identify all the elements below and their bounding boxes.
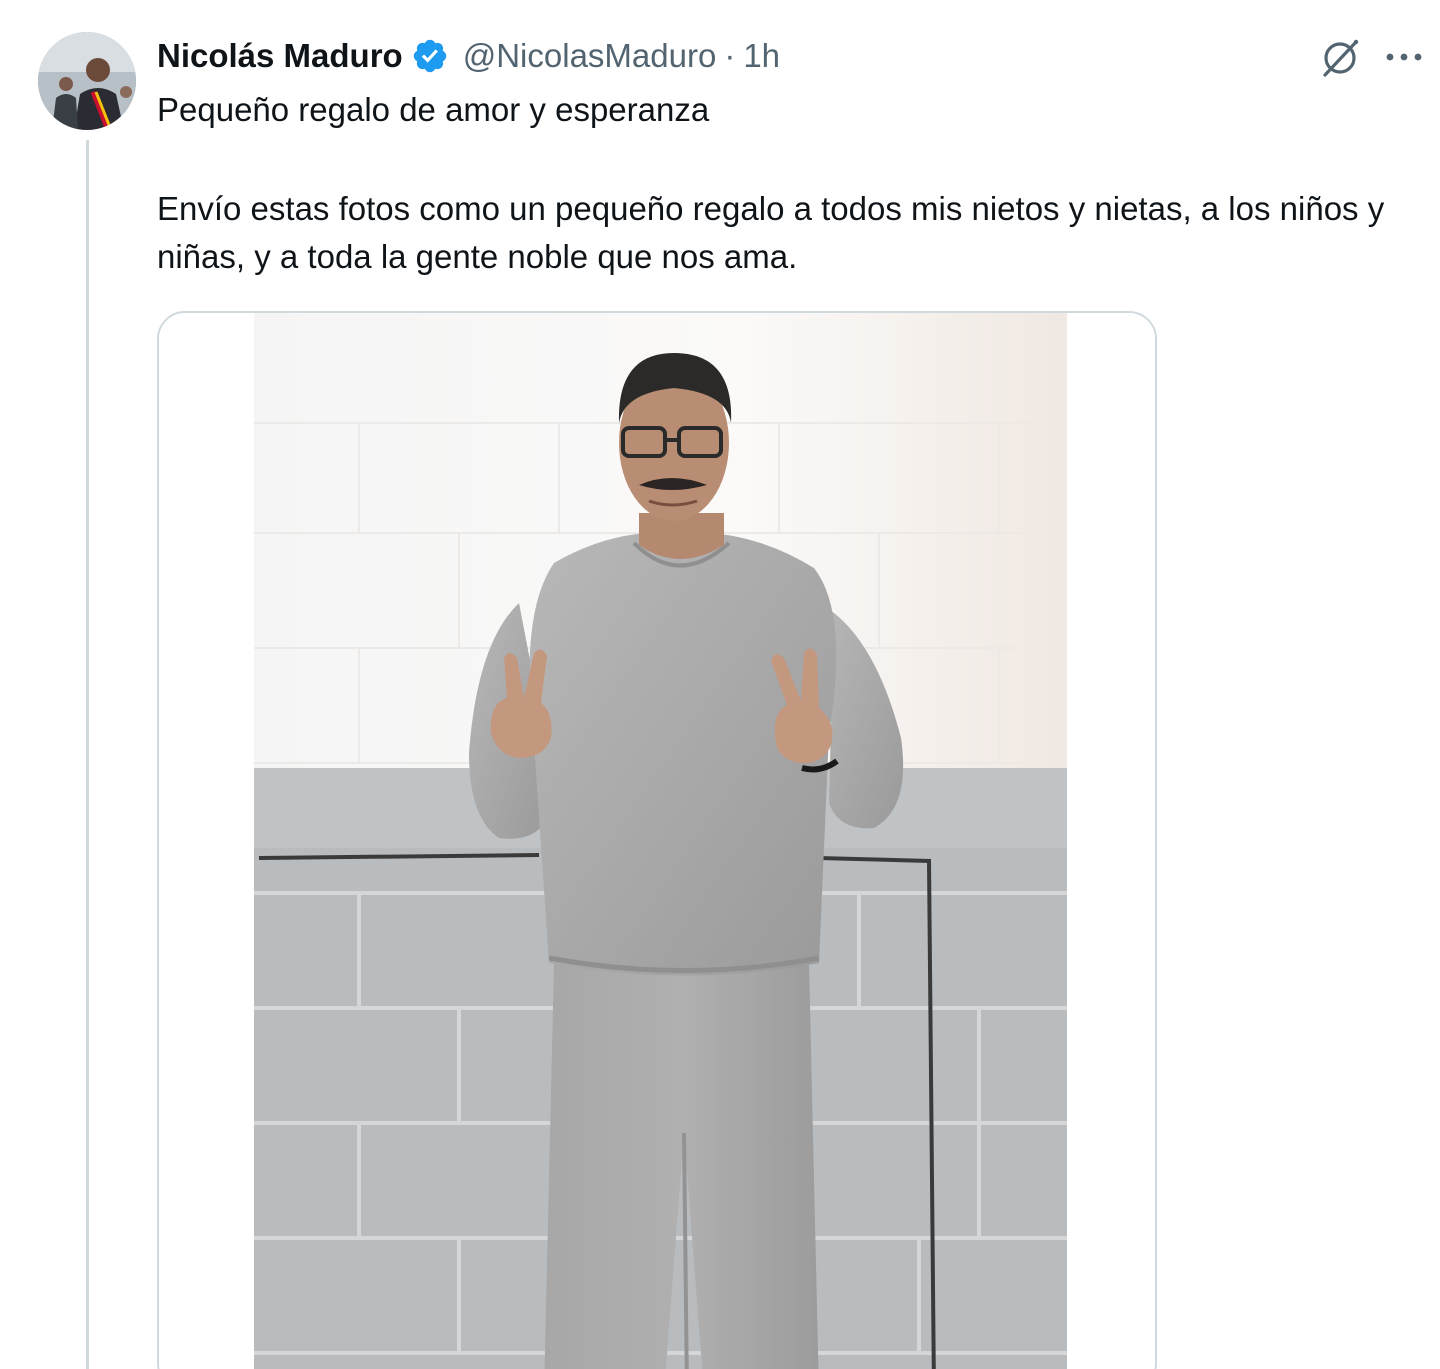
tweet-timestamp[interactable]: 1h	[743, 37, 780, 75]
author-display-name[interactable]: Nicolás Maduro	[157, 37, 403, 75]
tweet-header: Nicolás Maduro @NicolasMaduro · 1h	[157, 34, 780, 78]
more-options-icon[interactable]	[1384, 40, 1424, 74]
tweet-container[interactable]: Nicolás Maduro @NicolasMaduro · 1h Peque…	[0, 0, 1440, 1369]
thread-connector-line	[86, 140, 89, 1369]
header-separator: ·	[724, 37, 736, 74]
verified-badge-icon[interactable]	[411, 37, 449, 75]
tweet-body-text: Envío estas fotos como un pequeño regalo…	[157, 190, 1385, 275]
author-handle[interactable]: @NicolasMaduro	[463, 37, 717, 75]
tweet-title-text: Pequeño regalo de amor y esperanza	[157, 91, 710, 128]
author-avatar[interactable]	[38, 32, 136, 130]
tweet-media-photo[interactable]	[157, 311, 1157, 1369]
grok-icon[interactable]	[1316, 34, 1364, 82]
